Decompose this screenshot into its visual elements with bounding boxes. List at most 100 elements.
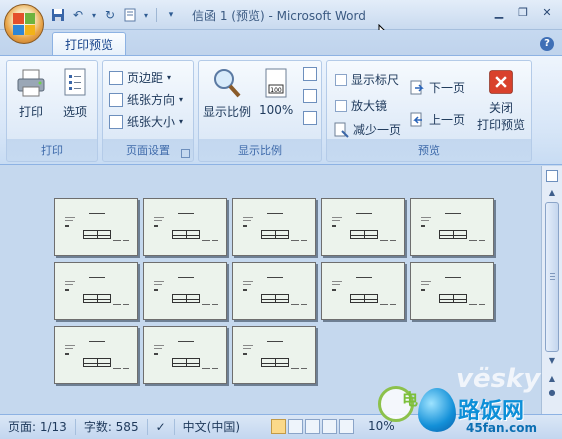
options-button[interactable]: 选项 [59, 67, 91, 120]
quick-access-toolbar: ↶ ▾ ↻ ▾ ▾ [50, 6, 179, 24]
web-layout-view-icon[interactable] [305, 419, 320, 434]
title-bar: ↶ ▾ ↻ ▾ ▾ 信函 1 (预览) - Microsoft Word ▁ ❐… [0, 0, 562, 45]
page-thumbnail[interactable] [232, 262, 316, 320]
chevron-down-icon: ▾ [167, 73, 172, 82]
checkbox-icon [335, 73, 347, 86]
shrink-label: 减少一页 [353, 123, 402, 137]
page-count-status[interactable]: 页面: 1/13 [0, 419, 76, 435]
office-button[interactable] [4, 4, 44, 44]
orientation-button[interactable]: 纸张方向 ▾ [109, 91, 183, 108]
next-page-button[interactable]: 下一页 [409, 79, 465, 96]
window-controls: ▁ ❐ ✕ [488, 4, 558, 20]
previous-page-button[interactable]: 上一页 [409, 111, 465, 128]
zoom-label: 显示比例 [203, 105, 252, 119]
print-preview-qat-icon[interactable] [122, 7, 138, 23]
vertical-scrollbar[interactable]: ▲ ▼ ▲ ● [541, 166, 562, 414]
page-thumbnail[interactable] [232, 198, 316, 256]
full-screen-reading-view-icon[interactable] [288, 419, 303, 434]
scroll-up-icon[interactable]: ▲ [545, 186, 559, 200]
options-label: 选项 [62, 105, 87, 119]
size-label: 纸张大小 [127, 115, 176, 129]
print-layout-view-icon[interactable] [271, 419, 286, 434]
view-ruler-icon[interactable] [546, 170, 558, 182]
office-logo-icon [13, 13, 35, 35]
printer-icon [17, 69, 45, 97]
margins-button[interactable]: 页边距 ▾ [109, 69, 171, 86]
draft-view-icon[interactable] [339, 419, 354, 434]
magnifier-icon [214, 69, 241, 98]
minimize-icon[interactable]: ▁ [488, 4, 510, 20]
ribbon-tab-row: 打印预览 ? [0, 30, 562, 57]
select-browse-object-icon[interactable]: ● [545, 386, 559, 400]
watermark-dian: 电 [402, 390, 419, 409]
one-page-icon[interactable] [303, 67, 317, 81]
save-icon[interactable] [50, 7, 66, 23]
restore-icon[interactable]: ❐ [512, 4, 534, 20]
previous-page-icon [410, 112, 422, 126]
page-thumbnail[interactable] [321, 198, 405, 256]
page-thumbnail[interactable] [54, 262, 138, 320]
view-buttons [271, 419, 354, 434]
page-width-icon[interactable] [303, 111, 317, 125]
dropdown-arrow-icon[interactable]: ▾ [90, 7, 98, 23]
outline-view-icon[interactable] [322, 419, 337, 434]
page-thumbnail[interactable] [321, 262, 405, 320]
magnifier-checkbox[interactable]: 放大镜 [335, 97, 387, 114]
margins-icon [109, 70, 123, 85]
page-thumbnail[interactable] [143, 198, 227, 256]
help-icon[interactable]: ? [540, 37, 554, 51]
customize-qat-icon[interactable]: ▾ [142, 7, 150, 23]
chevron-down-icon: ▾ [179, 117, 184, 126]
url-watermark: 45fan.com [466, 421, 537, 435]
group-zoom: 显示比例 100 100% 显示比例 [198, 60, 322, 162]
hundred-percent-label: 100% [259, 103, 294, 117]
hundred-percent-icon: 100 [265, 68, 287, 98]
group-page-setup-label: 页面设置 [126, 144, 170, 157]
show-ruler-checkbox[interactable]: 显示标尺 [335, 71, 399, 88]
shrink-one-page-button[interactable]: 减少一页 [333, 121, 401, 138]
group-print-label: 打印 [41, 144, 63, 157]
language-status[interactable]: 中文(中国) [175, 419, 248, 435]
previous-object-icon[interactable]: ▲ [545, 372, 559, 386]
ribbon: 打印 选项 打印 页边距 ▾ 纸张方向 ▾ 纸张大小 ▾ 页面设置 显示比例 1… [0, 55, 562, 165]
close-preview-line2: 打印预览 [477, 118, 526, 132]
page-thumbnail[interactable] [232, 326, 316, 384]
close-icon[interactable]: ✕ [536, 4, 558, 20]
orientation-icon [109, 92, 123, 107]
scroll-down-icon[interactable]: ▼ [545, 354, 559, 368]
size-button[interactable]: 纸张大小 ▾ [109, 113, 183, 130]
two-pages-icon[interactable] [303, 89, 317, 103]
dialog-launcher-icon[interactable] [181, 149, 190, 158]
proofing-icon[interactable]: ✓ [148, 419, 175, 435]
magnifier-label: 放大镜 [351, 99, 388, 113]
group-zoom-label: 显示比例 [238, 144, 282, 157]
group-page-setup: 页边距 ▾ 纸张方向 ▾ 纸张大小 ▾ 页面设置 [102, 60, 194, 162]
group-preview: 显示标尺 放大镜 减少一页 下一页 上一页 关闭 打印预览 预览 [326, 60, 532, 162]
watermark-drop-icon [418, 388, 456, 432]
print-button[interactable]: 打印 [15, 67, 47, 120]
page-thumbnail[interactable] [143, 326, 227, 384]
tab-print-preview[interactable]: 打印预览 [52, 32, 127, 57]
undo-icon[interactable]: ↶ [70, 7, 86, 23]
page-thumbnail[interactable] [143, 262, 227, 320]
checkbox-icon [335, 99, 347, 112]
page-thumbnail[interactable] [410, 198, 494, 256]
word-count-status[interactable]: 字数: 585 [76, 419, 148, 435]
paper-size-icon [109, 114, 123, 129]
page-thumbnail[interactable] [54, 326, 138, 384]
next-page-icon [410, 80, 424, 94]
close-preview-line1: 关闭 [489, 101, 514, 115]
redo-icon[interactable]: ↻ [102, 7, 118, 23]
page-thumbnail[interactable] [54, 198, 138, 256]
scroll-thumb[interactable] [545, 202, 559, 352]
qat-more-icon[interactable]: ▾ [163, 7, 179, 23]
zoom-button[interactable]: 显示比例 [203, 67, 251, 120]
orientation-label: 纸张方向 [127, 93, 176, 107]
qat-separator [156, 8, 157, 22]
hundred-percent-button[interactable]: 100 100% [259, 67, 293, 117]
close-print-preview-button[interactable]: 关闭 打印预览 [477, 69, 525, 133]
page-thumbnail[interactable] [410, 262, 494, 320]
chevron-down-icon: ▾ [179, 95, 184, 104]
group-print: 打印 选项 打印 [6, 60, 98, 162]
close-preview-icon [489, 70, 513, 94]
